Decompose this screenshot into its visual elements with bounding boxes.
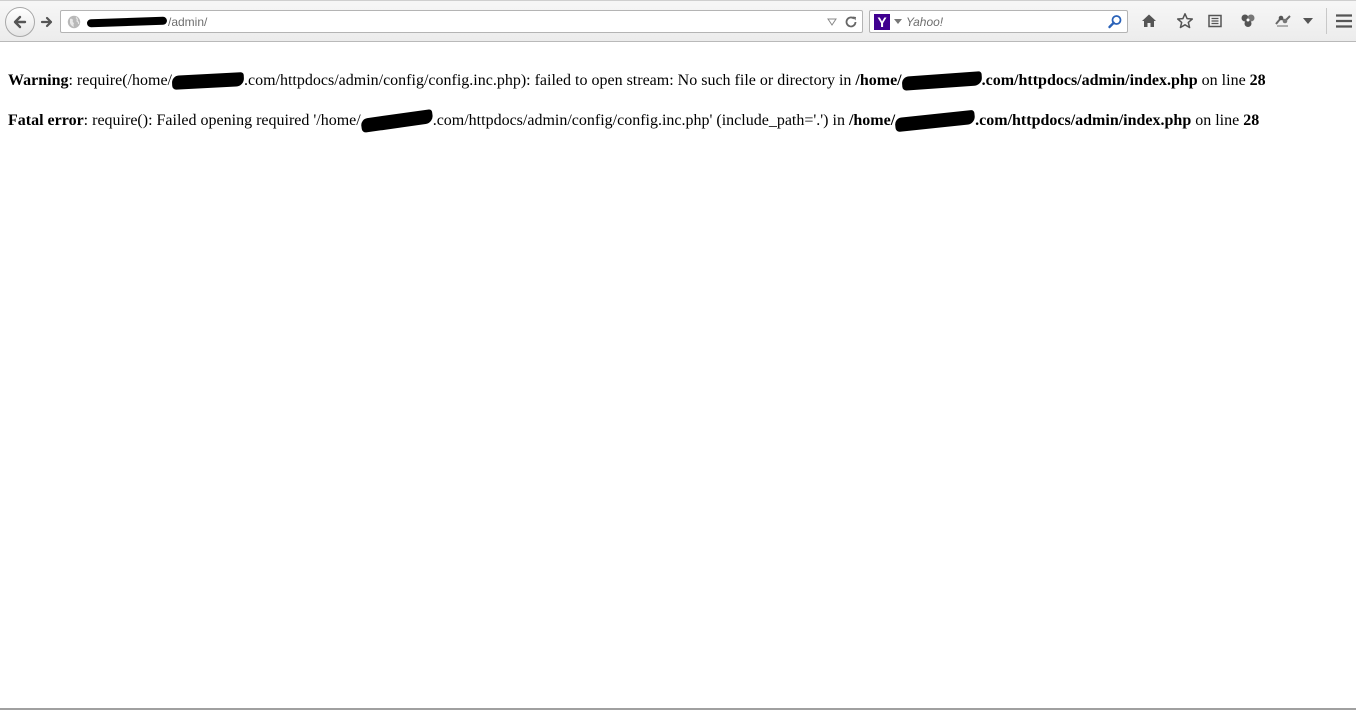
chevron-down-icon xyxy=(1303,18,1313,24)
reload-icon[interactable] xyxy=(843,14,859,30)
engine-dropdown-icon[interactable] xyxy=(894,19,902,25)
error-file-path: /home/.com/httpdocs/admin/index.php xyxy=(849,110,1191,133)
toolbar-separator xyxy=(1326,8,1327,34)
redacted-text xyxy=(894,110,976,133)
star-icon xyxy=(1176,13,1194,29)
yahoo-engine-icon[interactable]: Y xyxy=(874,14,890,30)
warning-message: Warning: require(/home/.com/httpdocs/adm… xyxy=(8,70,1348,92)
error-label: Fatal error xyxy=(8,112,84,129)
browser-toolbar: /admin/ Y xyxy=(0,0,1356,42)
redacted-text xyxy=(171,72,245,91)
redacted-domain xyxy=(86,16,168,28)
search-input[interactable] xyxy=(906,14,1102,30)
error-file-path: /home/.com/httpdocs/admin/index.php xyxy=(855,71,1198,92)
redacted-text xyxy=(901,71,983,92)
hamburger-menu-icon xyxy=(1336,14,1352,28)
reading-list-button[interactable] xyxy=(1205,11,1225,31)
redacted-text xyxy=(360,109,434,134)
toolbar-top-border xyxy=(0,0,1356,1)
home-button[interactable] xyxy=(1139,11,1159,31)
menu-button[interactable] xyxy=(1334,11,1354,31)
url-text[interactable]: /admin/ xyxy=(86,14,208,30)
globe-icon[interactable] xyxy=(67,15,81,29)
extension-button[interactable] xyxy=(1273,11,1293,31)
error-line-number: 28 xyxy=(1249,72,1266,89)
url-bar[interactable]: /admin/ xyxy=(60,10,863,33)
fatal-error-message: Fatal error: require(): Failed opening r… xyxy=(8,109,1348,134)
url-path: /admin/ xyxy=(168,15,208,29)
url-history-dropdown-icon[interactable] xyxy=(827,18,837,26)
back-button[interactable] xyxy=(5,7,35,37)
addon-button[interactable] xyxy=(1238,11,1258,31)
extension-icon xyxy=(1275,15,1291,27)
page-content: Warning: require(/home/.com/httpdocs/adm… xyxy=(8,70,1348,134)
magnifier-icon[interactable] xyxy=(1107,14,1123,30)
forward-arrow-icon xyxy=(40,16,53,28)
reading-list-icon xyxy=(1208,14,1222,28)
bookmark-button[interactable] xyxy=(1175,11,1195,31)
back-arrow-icon xyxy=(13,15,27,29)
addon-icon xyxy=(1241,14,1255,27)
forward-button[interactable] xyxy=(36,11,58,33)
extension-dropdown-button[interactable] xyxy=(1300,11,1316,31)
error-line-number: 28 xyxy=(1243,112,1260,129)
search-bar[interactable]: Y xyxy=(869,10,1128,33)
error-label: Warning xyxy=(8,72,69,89)
home-icon xyxy=(1142,14,1156,27)
